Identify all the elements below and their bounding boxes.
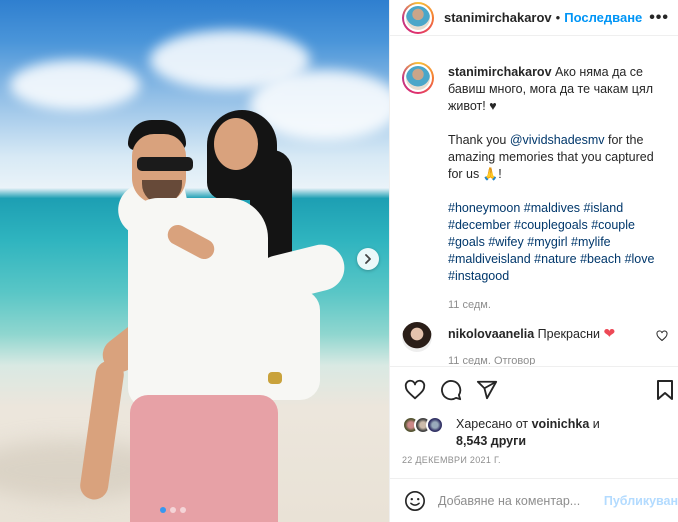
share-icon[interactable] [476,379,498,401]
comment-meta: 11 седм. Отговор [448,355,536,365]
man-pants [130,395,278,522]
carousel-indicator [160,507,186,513]
hashtag-list: #honeymoon #maldives #island #december #… [448,200,666,285]
more-options-icon[interactable]: ••• [649,9,669,27]
chevron-right-icon [365,254,371,264]
thanks-prefix: Thank you [448,133,510,147]
comment-input[interactable] [438,493,598,508]
hashtag-link[interactable]: #beach [580,252,621,266]
like-icon[interactable] [404,379,426,401]
comment-icon[interactable] [440,379,462,401]
cloud [10,60,140,110]
woman-face [214,118,258,170]
caption-time[interactable]: 11 седм. [448,297,666,314]
next-slide-button[interactable] [357,248,379,270]
hashtag-link[interactable]: #mygirl [527,235,567,249]
liked-by-user[interactable]: voinichka [532,417,590,431]
comment-text: nikolovaanelia Прекрасни ❤ [448,325,615,342]
heart-emoji: ❤ [603,325,616,341]
post-header: stanimirchakarov • Последване ••• [390,0,678,36]
comment-username[interactable]: nikolovaanelia [448,327,534,341]
hashtag-link[interactable]: #couple [591,218,635,232]
likes-summary: Харесано от voinichka и 8,543 други [402,414,672,450]
hashtag-link[interactable]: #nature [534,252,576,266]
man-shirt [128,198,268,408]
post-photo[interactable] [0,0,389,522]
caption-text: stanimirchakarov Ако няма да се бавиш мн… [448,64,666,314]
publish-button[interactable]: Публикуване [604,494,678,508]
carousel-dot [160,507,166,513]
carousel-dot [170,507,176,513]
hashtag-link[interactable]: #island [584,201,624,215]
action-bar [390,366,678,412]
header-separator: • [555,10,561,25]
comment-body: Прекрасни [537,327,601,341]
hashtag-link[interactable]: #instagood [448,269,509,283]
follow-button[interactable]: Последване [564,10,642,25]
hashtag-link[interactable]: #maldives [524,201,580,215]
add-comment-bar: Публикуване [390,478,678,522]
likes-count-suffix[interactable]: други [487,434,526,448]
bookmark-icon[interactable] [656,379,674,401]
caption-avatar[interactable] [402,62,434,94]
liked-by-prefix: Харесано от [456,417,532,431]
post-panel: stanimirchakarov • Последване ••• stanim… [389,0,678,522]
liked-by-mid: и [589,417,600,431]
mention-link[interactable]: @vividshadesmv [510,133,605,147]
liker-avatar [426,416,444,434]
comment-item: nikolovaanelia Прекрасни ❤ [402,322,672,354]
hashtag-link[interactable]: #love [625,252,655,266]
hashtag-link[interactable]: #honeymoon [448,201,520,215]
likes-text: Харесано от voinichka и 8,543 други [456,416,600,450]
avatar[interactable] [402,1,434,34]
caption-username[interactable]: stanimirchakarov [448,65,552,79]
emoji-icon[interactable] [404,490,426,512]
hashtag-link[interactable]: #maldiveisland [448,252,531,266]
caption-thanks: Thank you @vividshadesmv for the amazing… [448,132,666,183]
header-username[interactable]: stanimirchakarov [444,10,552,25]
sunglasses-icon [137,157,193,171]
watch-icon [268,372,282,384]
hashtag-link[interactable]: #wifey [488,235,523,249]
carousel-dot [180,507,186,513]
avatar-image [404,3,432,32]
comment-avatar[interactable] [402,322,432,352]
post-date: 22 ДЕКЕМВРИ 2021 Г. [402,455,501,465]
caption-line1: stanimirchakarov Ако няма да се бавиш мн… [448,64,666,115]
hashtag-link[interactable]: #mylife [571,235,611,249]
hashtag-link[interactable]: #couplegoals [514,218,588,232]
likes-count[interactable]: 8,543 [456,434,487,448]
hashtag-link[interactable]: #december [448,218,511,232]
avatar-image [404,64,432,92]
comment-like-icon[interactable] [656,330,668,342]
hashtag-link[interactable]: #goals [448,235,485,249]
